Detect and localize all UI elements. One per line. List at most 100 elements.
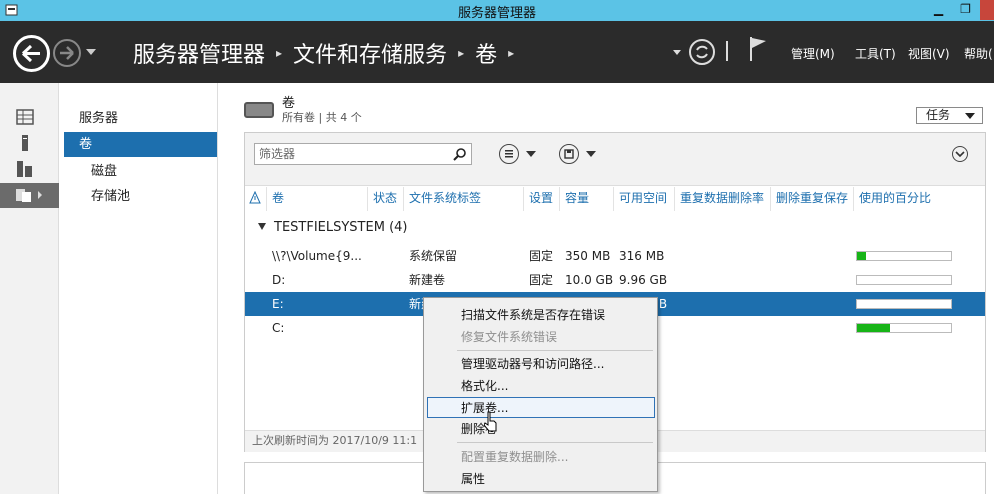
subnav-item-disks[interactable]: 磁盘 bbox=[60, 159, 217, 184]
menu-manage[interactable]: 管理(M) bbox=[791, 45, 835, 62]
cell-volume: D: bbox=[272, 273, 286, 287]
cell-provisioning: 固定 bbox=[529, 273, 554, 287]
column-status[interactable]: 状态 bbox=[369, 187, 404, 211]
filter-input[interactable]: 筛选器 bbox=[254, 143, 472, 165]
section-subtitle: 所有卷 | 共 4 个 bbox=[282, 111, 362, 124]
breadcrumb-volumes[interactable]: 卷 bbox=[475, 37, 497, 69]
arrow-left-icon bbox=[21, 44, 40, 63]
rail-item-file-storage[interactable] bbox=[0, 183, 59, 208]
menu-view[interactable]: 视图(V) bbox=[908, 45, 950, 62]
save-icon bbox=[559, 144, 579, 164]
menu-separator bbox=[457, 442, 653, 443]
usage-progress-bar bbox=[856, 275, 952, 285]
subnav-item-servers[interactable]: 服务器 bbox=[60, 106, 217, 131]
forward-button[interactable] bbox=[53, 39, 81, 67]
collapse-triangle-icon bbox=[258, 223, 266, 230]
column-provisioning[interactable]: 设置 bbox=[525, 187, 560, 211]
list-icon bbox=[499, 144, 519, 164]
search-icon bbox=[453, 148, 466, 161]
rail-item-local-server[interactable] bbox=[0, 131, 59, 156]
column-dedup-rate[interactable]: 重复数据删除率 bbox=[676, 187, 771, 211]
list-view-button[interactable] bbox=[499, 144, 539, 164]
dashboard-icon bbox=[16, 109, 34, 125]
cell-provisioning: 固定 bbox=[529, 249, 554, 263]
menu-item-scan-errors[interactable]: 扫描文件系统是否存在错误 bbox=[427, 305, 655, 326]
cell-capacity: 350 MB bbox=[565, 249, 611, 263]
context-menu: 扫描文件系统是否存在错误 修复文件系统错误 管理驱动器号和访问路径... 格式化… bbox=[423, 297, 658, 492]
secondary-navigation: 服务器 卷 磁盘 存储池 bbox=[60, 83, 218, 494]
column-capacity[interactable]: 容量 bbox=[561, 187, 614, 211]
table-row[interactable]: \\?\Volume{9... 系统保留 固定 350 MB 316 MB bbox=[245, 244, 985, 268]
notification-flag-icon[interactable] bbox=[748, 36, 768, 62]
usage-progress-bar bbox=[856, 323, 952, 333]
column-percent-used[interactable]: 使用的百分比 bbox=[855, 187, 953, 211]
expand-icon[interactable] bbox=[952, 146, 968, 162]
server-group-label: TESTFIELSYSTEM (4) bbox=[274, 220, 408, 235]
breadcrumb: 服务器管理器 ▸ 文件和存储服务 ▸ 卷 ▸ bbox=[133, 37, 525, 69]
left-rail bbox=[0, 83, 59, 494]
menu-item-configure-dedup: 配置重复数据删除... bbox=[461, 450, 569, 464]
title-bar: 服务器管理器 ▁ ❐ bbox=[0, 0, 994, 21]
refresh-dropdown-icon[interactable] bbox=[673, 50, 681, 55]
chevron-down-icon bbox=[526, 151, 536, 157]
column-dedup-savings[interactable]: 删除重复保存 bbox=[772, 187, 854, 211]
usage-progress-fill bbox=[857, 252, 867, 260]
menu-item-format[interactable]: 格式化... bbox=[427, 376, 655, 397]
menu-item-manage-drive-letter[interactable]: 管理驱动器号和访问路径... bbox=[427, 354, 655, 375]
window-title: 服务器管理器 bbox=[457, 6, 536, 21]
column-free-space[interactable]: 可用空间 bbox=[615, 187, 675, 211]
all-servers-icon bbox=[17, 161, 32, 177]
toolbar-divider bbox=[726, 41, 728, 61]
breadcrumb-separator-icon: ▸ bbox=[458, 46, 465, 60]
subnav-item-storage-pools[interactable]: 存储池 bbox=[60, 184, 217, 209]
cell-capacity: 10.0 GB bbox=[565, 273, 614, 287]
maximize-button[interactable]: ❐ bbox=[952, 0, 979, 20]
cell-volume: C: bbox=[272, 321, 285, 335]
refresh-arrows-icon bbox=[696, 45, 708, 59]
server-group-header[interactable]: TESTFIELSYSTEM (4) bbox=[245, 218, 985, 238]
tasks-dropdown[interactable]: 任务 bbox=[916, 107, 983, 124]
save-query-button[interactable] bbox=[559, 144, 599, 164]
history-dropdown-icon[interactable] bbox=[86, 49, 96, 55]
column-fs-label[interactable]: 文件系统标签 bbox=[405, 187, 524, 211]
cell-fs-label: 新建卷 bbox=[409, 273, 446, 287]
arrow-right-icon bbox=[60, 46, 74, 60]
table-row[interactable]: D: 新建卷 固定 10.0 GB 9.96 GB bbox=[245, 268, 985, 292]
filter-toolbar: 筛选器 bbox=[245, 133, 985, 186]
rail-item-dashboard[interactable] bbox=[0, 105, 59, 130]
navigation-bar: 服务器管理器 ▸ 文件和存储服务 ▸ 卷 ▸ 管理(M) 工具(T) 视图(V)… bbox=[0, 21, 994, 83]
menu-item-repair-errors: 修复文件系统错误 bbox=[461, 330, 558, 344]
refresh-icon[interactable] bbox=[689, 39, 715, 65]
local-server-icon bbox=[22, 135, 28, 151]
minimize-button[interactable]: ▁ bbox=[925, 0, 952, 20]
usage-progress-bar bbox=[856, 299, 952, 309]
menu-separator bbox=[457, 350, 653, 351]
usage-progress-fill bbox=[857, 324, 890, 332]
cell-free-space: 9.96 GB bbox=[619, 273, 668, 287]
tasks-label: 任务 bbox=[926, 108, 951, 122]
rail-item-all-servers[interactable] bbox=[0, 157, 59, 182]
cell-fs-label: 系统保留 bbox=[409, 249, 458, 263]
cell-free-space: 316 MB bbox=[619, 249, 665, 263]
volume-drive-icon bbox=[244, 102, 274, 118]
menu-item-delete-volume[interactable]: 删除卷 bbox=[427, 419, 655, 440]
column-volume[interactable]: 卷 bbox=[268, 187, 368, 211]
subnav-item-volumes[interactable]: 卷 bbox=[64, 132, 217, 157]
cell-volume: \\?\Volume{9... bbox=[272, 249, 362, 263]
usage-progress-bar bbox=[856, 251, 952, 261]
file-storage-icon bbox=[16, 189, 42, 202]
menu-item-extend-volume[interactable]: 扩展卷... bbox=[427, 397, 655, 418]
close-button[interactable] bbox=[980, 0, 994, 20]
chevron-down-icon bbox=[965, 113, 975, 119]
menu-item-properties[interactable]: 属性 bbox=[427, 469, 655, 490]
back-button[interactable] bbox=[13, 35, 50, 72]
column-warning-icon[interactable] bbox=[245, 187, 267, 211]
menu-help[interactable]: 帮助( bbox=[964, 45, 993, 62]
filter-placeholder: 筛选器 bbox=[259, 147, 296, 161]
menu-tools[interactable]: 工具(T) bbox=[855, 45, 896, 62]
breadcrumb-file-storage[interactable]: 文件和存储服务 bbox=[293, 37, 447, 69]
breadcrumb-separator-icon: ▸ bbox=[276, 46, 283, 60]
cell-volume: E: bbox=[272, 297, 284, 311]
breadcrumb-server-manager[interactable]: 服务器管理器 bbox=[133, 37, 265, 69]
chevron-down-icon bbox=[586, 151, 596, 157]
